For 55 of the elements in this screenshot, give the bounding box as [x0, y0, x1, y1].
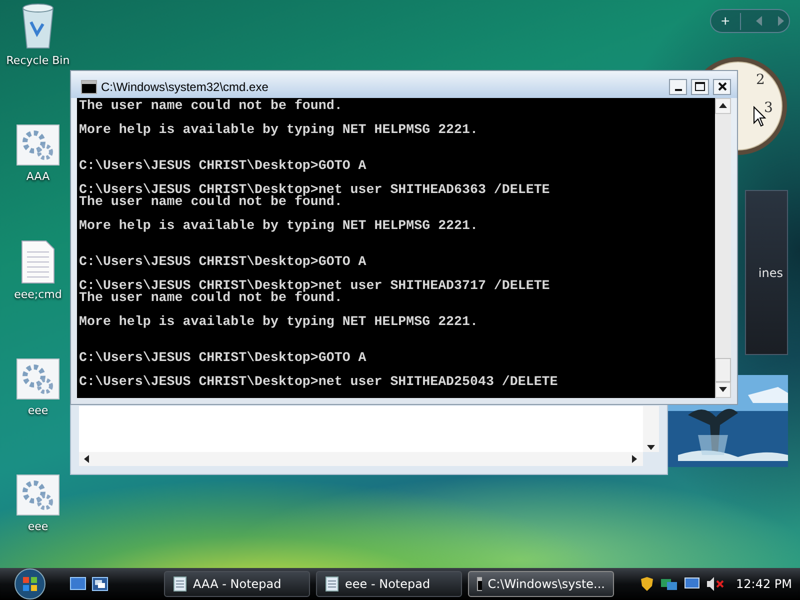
scroll-down-icon: [719, 386, 727, 394]
console-line: C:\Users\JESUS CHRIST\Desktop>GOTO A: [79, 352, 368, 364]
console-line: C:\Users\JESUS CHRIST\Desktop>net user SHITHEAD25043 /DELETE: [79, 376, 559, 388]
console-icon: [477, 577, 482, 591]
window-title: C:\Windows\system32\cmd.exe: [101, 80, 270, 94]
muted-speaker-icon[interactable]: [706, 576, 724, 592]
console-line: The user name could not be found.: [79, 196, 344, 208]
horizontal-scrollbar[interactable]: [79, 452, 643, 466]
text-file-icon[interactable]: [20, 240, 55, 284]
taskbar-button[interactable]: C:\Windows\syste...: [468, 571, 614, 597]
notepad-icon: [325, 576, 339, 592]
close-icon: [718, 82, 726, 91]
feed-text: ines: [758, 266, 783, 280]
scroll-up-icon: [719, 102, 727, 110]
clock-text[interactable]: 12:42 PM: [736, 577, 792, 591]
gear-file-icon[interactable]: [16, 358, 60, 400]
console-icon: [81, 80, 97, 94]
icon-label: eee;cmd: [14, 288, 62, 301]
icon-label: AAA: [26, 170, 50, 183]
console-line: C:\Users\JESUS CHRIST\Desktop>GOTO A: [79, 160, 368, 172]
network-icon[interactable]: [660, 576, 678, 592]
scroll-down-button[interactable]: [715, 382, 731, 398]
scroll-up-button[interactable]: [715, 98, 731, 114]
console-line: C:\Users\JESUS CHRIST\Desktop>GOTO A: [79, 256, 368, 268]
taskbar-button[interactable]: eee - Notepad: [316, 571, 462, 597]
minimize-icon: [674, 88, 682, 90]
vertical-scrollbar[interactable]: [643, 406, 659, 452]
notepad-icon: [173, 576, 187, 592]
mouse-cursor-icon: [753, 106, 767, 128]
gear-file-icon[interactable]: [16, 124, 60, 166]
icon-label: eee: [28, 520, 48, 533]
close-button[interactable]: [713, 78, 731, 94]
console-line: C:\Users\JESUS CHRIST\Desktop>net user SHITHEAD3717 /DELETE: [79, 280, 551, 292]
switch-windows-icon[interactable]: [92, 577, 108, 591]
scroll-right-icon: [631, 455, 639, 463]
show-desktop-icon[interactable]: [70, 577, 86, 591]
maximize-button[interactable]: [691, 78, 709, 94]
console-line: The user name could not be found.: [79, 292, 344, 304]
taskbar-button[interactable]: AAA - Notepad: [164, 571, 310, 597]
icon-label: Recycle Bin: [6, 54, 70, 67]
scroll-left-icon: [83, 455, 91, 463]
console-line: More help is available by typing NET HELPMSG 2221.: [79, 124, 479, 136]
scroll-thumb[interactable]: [715, 358, 731, 382]
maximize-icon: [695, 82, 705, 91]
add-gadget-button[interactable]: +: [711, 12, 741, 30]
console-line: The user name could not be found.: [79, 100, 344, 112]
console-line: C:\Users\JESUS CHRIST\Desktop>net user SHITHEAD6363 /DELETE: [79, 184, 551, 196]
minimize-button[interactable]: [669, 78, 687, 94]
console-line: More help is available by typing NET HELPMSG 2221.: [79, 316, 479, 328]
icon-label: eee: [28, 404, 48, 417]
vertical-scrollbar[interactable]: [715, 98, 731, 398]
shield-icon[interactable]: [640, 576, 654, 592]
console-line: More help is available by typing NET HELPMSG 2221.: [79, 220, 479, 232]
scroll-down-icon: [647, 444, 655, 452]
gear-file-icon[interactable]: [16, 474, 60, 516]
